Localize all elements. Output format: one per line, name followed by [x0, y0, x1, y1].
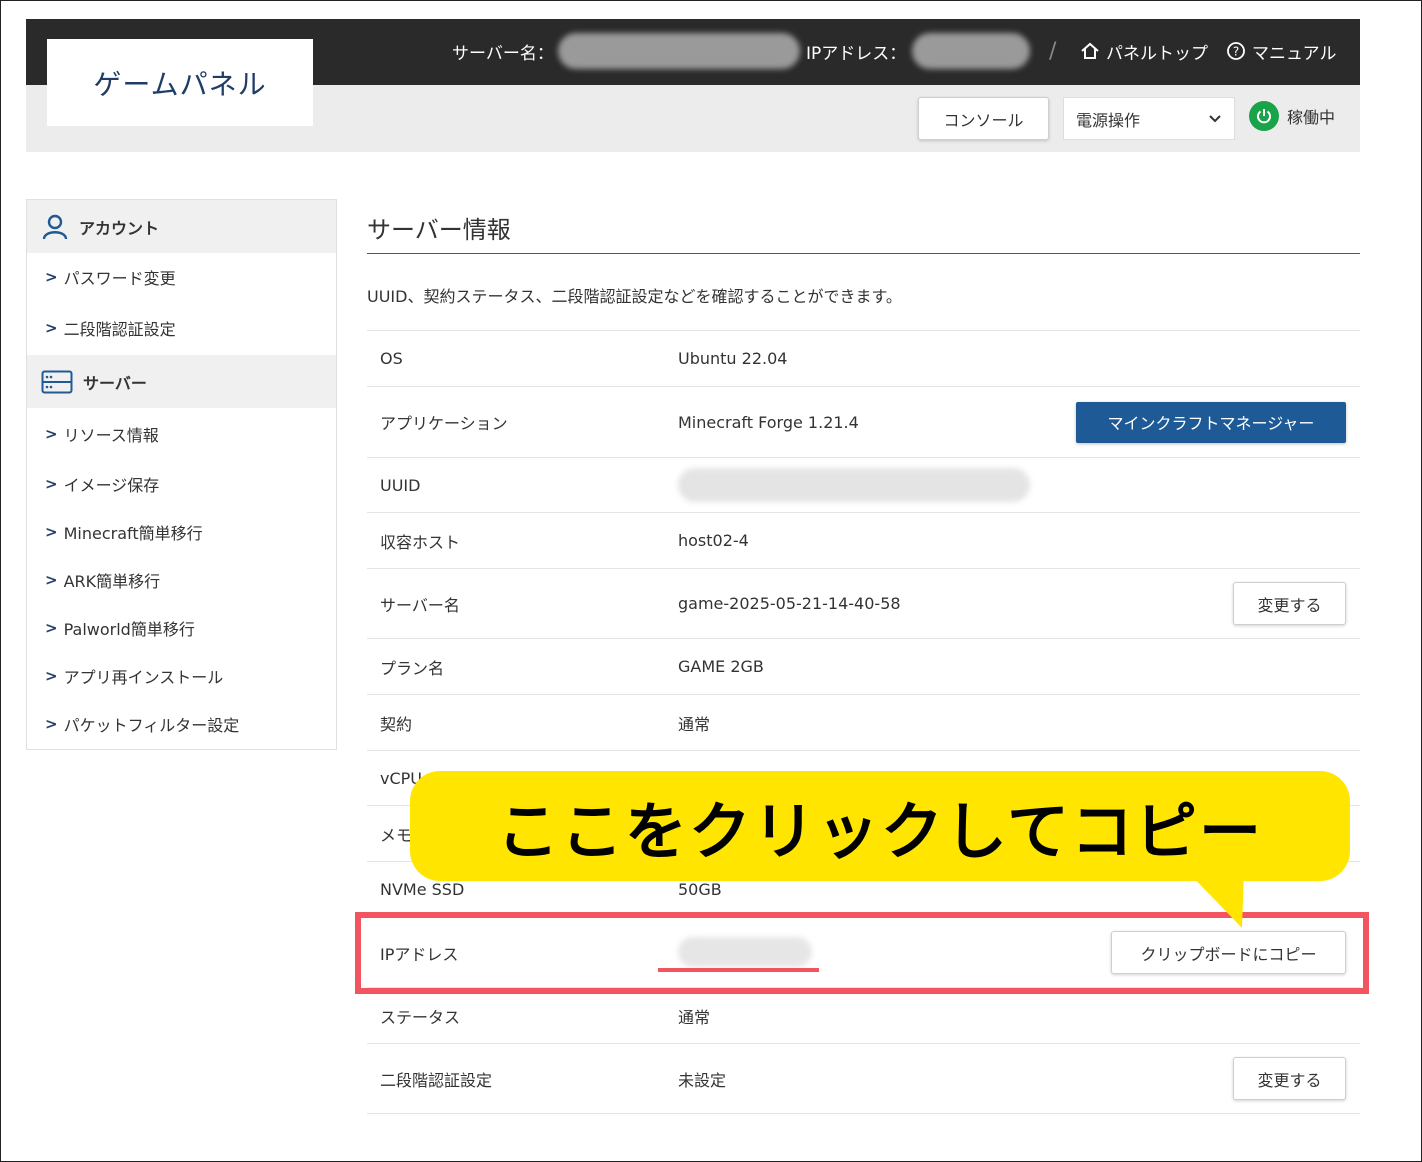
row-value: Minecraft Forge 1.21.4 — [678, 412, 859, 432]
server-name-info: サーバー名： — [452, 33, 800, 69]
table-row-status: ステータス 通常 — [367, 987, 1360, 1043]
sidebar-item-palworld-migration[interactable]: > Palworld簡単移行 — [27, 604, 336, 652]
chevron-right-icon: > — [45, 475, 58, 493]
chevron-right-icon: > — [45, 425, 58, 443]
row-value: game-2025-05-21-14-40-58 — [678, 594, 901, 613]
uuid-redacted — [678, 468, 1030, 502]
logo-text: ゲームパネル — [93, 67, 267, 101]
sidebar-item-label: パケットフィルター設定 — [63, 716, 240, 735]
sidebar-item-label: Minecraft簡単移行 — [63, 524, 203, 543]
callout-text: ここをクリックしてコピー — [496, 795, 1264, 868]
power-select-value: 電源操作 — [1076, 110, 1141, 130]
home-icon — [1081, 42, 1099, 59]
manual-link[interactable]: ? マニュアル — [1226, 35, 1337, 67]
server-info-table: OS Ubuntu 22.04 アプリケーション Minecraft Forge… — [367, 330, 1360, 1114]
row-value: 通常 — [678, 714, 711, 734]
minecraft-manager-button[interactable]: マインクラフトマネージャー — [1076, 401, 1346, 443]
server-status: 稼働中 — [1249, 101, 1335, 131]
chevron-right-icon: > — [45, 715, 58, 733]
row-key: 二段階認証設定 — [380, 1070, 493, 1090]
svg-text:?: ? — [1233, 45, 1239, 59]
logo[interactable]: ゲームパネル — [47, 39, 313, 126]
sidebar-item-label: 二段階認証設定 — [63, 320, 176, 339]
panel-top-label: パネルトップ — [1106, 43, 1208, 64]
sidebar-item-2fa[interactable]: > 二段階認証設定 — [27, 301, 336, 355]
row-value: GAME 2GB — [678, 657, 764, 676]
table-row-os: OS Ubuntu 22.04 — [367, 330, 1360, 386]
user-icon — [42, 214, 68, 239]
sidebar-item-label: リソース情報 — [63, 426, 159, 445]
row-value: 通常 — [678, 1007, 711, 1027]
ip-redacted — [912, 33, 1031, 69]
ip-value-underline — [658, 968, 819, 972]
sidebar-item-label: ARK簡単移行 — [63, 572, 161, 591]
page-description: UUID、契約ステータス、二段階認証設定などを確認することができます。 — [367, 287, 902, 306]
header-divider: / — [1049, 38, 1057, 64]
power-select[interactable]: 電源操作 — [1063, 97, 1235, 140]
change-server-name-button[interactable]: 変更する — [1233, 582, 1346, 625]
row-key: 契約 — [380, 714, 413, 734]
row-value: 50GB — [678, 880, 722, 899]
row-key: ステータス — [380, 1007, 461, 1027]
sidebar-item-label: Palworld簡単移行 — [63, 620, 195, 639]
table-row-host: 収容ホスト host02-4 — [367, 512, 1360, 568]
server-icon — [41, 370, 73, 393]
sidebar-item-image-save[interactable]: > イメージ保存 — [27, 460, 336, 508]
sidebar-heading-server-label: サーバー — [83, 373, 147, 393]
chevron-right-icon: > — [45, 619, 58, 637]
sidebar-item-ark-migration[interactable]: > ARK簡単移行 — [27, 556, 336, 604]
row-key: 収容ホスト — [380, 532, 461, 552]
table-row-contract: 契約 通常 — [367, 694, 1360, 750]
server-name-redacted — [557, 33, 800, 69]
chevron-right-icon: > — [45, 571, 58, 589]
table-row-plan: プラン名 GAME 2GB — [367, 638, 1360, 694]
table-row-uuid: UUID — [367, 457, 1360, 512]
title-divider — [367, 253, 1360, 254]
sidebar-heading-account: アカウント — [27, 200, 336, 253]
chevron-right-icon: > — [45, 667, 58, 685]
row-key: プラン名 — [380, 658, 445, 678]
sidebar-item-packet-filter[interactable]: > パケットフィルター設定 — [27, 700, 336, 748]
chevron-down-icon — [1209, 114, 1221, 122]
sidebar-item-app-reinstall[interactable]: > アプリ再インストール — [27, 652, 336, 700]
server-name-label: サーバー名： — [452, 43, 554, 64]
chevron-right-icon: > — [45, 268, 58, 286]
power-icon — [1249, 101, 1279, 131]
sidebar-heading-server: サーバー — [27, 355, 336, 408]
row-key: OS — [380, 349, 403, 368]
callout-annotation: ここをクリックしてコピー — [410, 771, 1350, 881]
sidebar-item-label: アプリ再インストール — [63, 668, 224, 687]
sidebar-item-label: イメージ保存 — [63, 476, 160, 495]
sidebar-item-label: パスワード変更 — [63, 269, 176, 288]
table-row-2fa: 二段階認証設定 未設定 変更する — [367, 1043, 1360, 1114]
table-row-server-name: サーバー名 game-2025-05-21-14-40-58 変更する — [367, 568, 1360, 638]
sidebar-item-minecraft-migration[interactable]: > Minecraft簡単移行 — [27, 508, 336, 556]
page-title: サーバー情報 — [367, 216, 511, 244]
status-label: 稼働中 — [1287, 108, 1336, 127]
table-row-application: アプリケーション Minecraft Forge 1.21.4 マインクラフトマ… — [367, 386, 1360, 457]
sidebar-item-resource[interactable]: > リソース情報 — [27, 408, 336, 460]
panel-top-link[interactable]: パネルトップ — [1080, 35, 1208, 67]
row-value: Ubuntu 22.04 — [678, 349, 788, 368]
sidebar: アカウント > パスワード変更 > 二段階認証設定 サーバー > リソース情報 > イメ… — [26, 199, 337, 750]
chevron-right-icon: > — [45, 523, 58, 541]
ip-label: IPアドレス： — [806, 43, 907, 64]
row-key: サーバー名 — [380, 595, 460, 615]
manual-label: マニュアル — [1252, 43, 1337, 64]
chevron-right-icon: > — [45, 319, 58, 337]
row-key: アプリケーション — [380, 414, 508, 433]
sidebar-heading-account-label: アカウント — [79, 218, 160, 238]
row-key: NVMe SSD — [380, 880, 465, 899]
row-value: host02-4 — [678, 531, 749, 550]
row-value: 未設定 — [678, 1070, 727, 1090]
ip-info: IPアドレス： — [806, 33, 1031, 69]
row-key: UUID — [380, 475, 421, 495]
help-icon: ? — [1227, 42, 1245, 60]
console-button[interactable]: コンソール — [918, 97, 1049, 140]
change-2fa-button[interactable]: 変更する — [1233, 1057, 1346, 1100]
sidebar-item-password[interactable]: > パスワード変更 — [27, 253, 336, 301]
